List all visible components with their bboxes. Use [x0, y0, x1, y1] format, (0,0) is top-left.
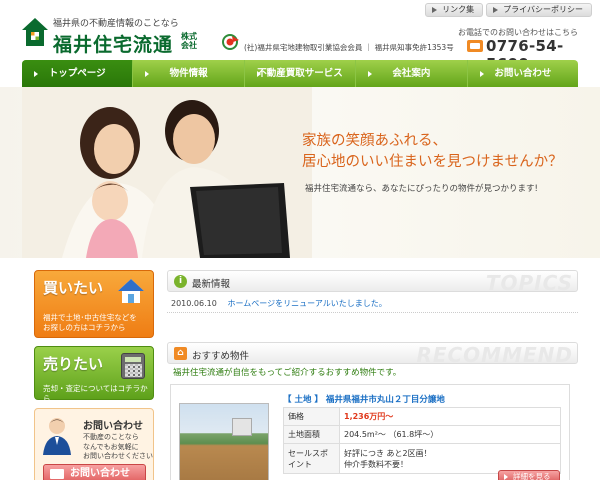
contact-desc-line-3: お問い合わせください [83, 452, 153, 460]
contact-desc-line-2: なんでもお気軽に [83, 442, 139, 451]
sales-point-line-1: 好評につき あと2区画！ [344, 448, 432, 458]
sell-banner[interactable]: 売りたい 売却・査定についてはコチラから [34, 346, 154, 403]
family-photo [22, 87, 312, 258]
property-details-table: 価格 1,236万円～ 土地面積 204.5m²～ （61.8坪～） セールスポ… [283, 407, 561, 474]
contact-box: お問い合わせ 不動産のことなら なんでもお気軽に お問い合わせください お問い合… [34, 408, 154, 480]
topics-watermark: TOPICS [485, 271, 573, 295]
info-icon: i [174, 275, 187, 288]
link-list-button[interactable]: リンク集 [425, 3, 484, 17]
association-logo-icon [222, 34, 239, 50]
sell-description: 売却・査定についてはコチラから [43, 384, 148, 403]
table-row: 価格 1,236万円～ [283, 407, 561, 426]
contact-title: お問い合わせ [83, 421, 143, 432]
detail-button[interactable]: 詳細を見る [498, 470, 560, 480]
sales-point-line-2: 仲介手数料不要！ [344, 459, 408, 469]
recommend-title: おすすめ物件 [192, 351, 250, 362]
land-area-label: 土地面積 [283, 425, 340, 444]
house-icon [118, 279, 144, 303]
company-suffix: 株式会社 [181, 32, 197, 50]
mail-icon [50, 469, 64, 479]
recommend-intro: 福井住宅流通が自信をもってご紹介するおすすめ物件です。 [173, 368, 402, 378]
contact-description: 不動産のことなら なんでもお気軽に お問い合わせください [83, 433, 153, 462]
land-area-value: 204.5m²～ （61.8坪～） [339, 425, 561, 444]
table-row: セールスポイント 好評につき あと2区画！ 仲介手数料不要！ [283, 443, 561, 474]
sell-title: 売りたい [43, 355, 104, 373]
topics-title: 最新情報 [192, 279, 231, 290]
company-name[interactable]: 福井住宅流通 [53, 30, 173, 57]
property-title-link[interactable]: 【 土地 】 福井県福井市丸山２丁目分譲地 [283, 393, 445, 405]
phone-icon [467, 40, 483, 52]
hero-subtext: 福井住宅流通なら、あなたにぴったりの物件が見つかります! [305, 184, 538, 194]
top-links: リンク集 プライバシーポリシー [425, 3, 592, 17]
buy-desc-line-2: お探しの方はコチラから [43, 323, 126, 332]
recommend-watermark: RECOMMEND [416, 343, 573, 367]
buy-description: 福井で土地･中古住宅などを お探しの方はコチラから [43, 313, 137, 333]
nav-top-page[interactable]: トップページ [22, 60, 134, 87]
contact-button[interactable]: お問い合わせ [43, 464, 146, 480]
news-item: 2010.06.10 ホームページをリニューアルいたしました。 [171, 298, 571, 309]
privacy-policy-button[interactable]: プライバシーポリシー [486, 3, 592, 17]
operator-person-icon [43, 418, 71, 455]
sales-point-value: 好評につき あと2区画！ 仲介手数料不要！ [339, 443, 561, 474]
property-card: 【 土地 】 福井県福井市丸山２丁目分譲地 価格 1,236万円～ 土地面積 2… [170, 384, 570, 480]
hero-headline: 家族の笑顔あふれる、 居心地のいい住まいを見つけませんか？ [302, 131, 563, 173]
house-logo-icon[interactable] [22, 18, 48, 46]
contact-button-label: お問い合わせ [70, 468, 130, 479]
calculator-icon [121, 353, 145, 379]
recommend-header: ⌂ おすすめ物件 RECOMMEND [167, 342, 578, 367]
hero-headline-line-2: 居心地のいい住まいを見つけませんか？ [302, 154, 563, 170]
topics-header: i 最新情報 TOPICS [167, 270, 578, 295]
news-divider [167, 312, 578, 313]
news-date: 2010.06.10 [171, 299, 217, 308]
nav-purchase-service[interactable]: 不動産買取サービス [245, 60, 357, 87]
price-value: 1,236万円～ [339, 407, 561, 426]
global-nav: トップページ 物件情報 不動産買取サービス 会社案内 お問い合わせ [22, 60, 578, 87]
home-icon: ⌂ [174, 347, 187, 360]
nav-properties[interactable]: 物件情報 [133, 60, 245, 87]
buy-title: 買いたい [43, 279, 104, 297]
contact-desc-line-1: 不動産のことなら [83, 433, 139, 441]
sales-point-label: セールスポイント [283, 443, 340, 474]
table-row: 土地面積 204.5m²～ （61.8坪～） [283, 425, 561, 444]
property-photo[interactable] [179, 403, 269, 480]
hero-banner: 家族の笑顔あふれる、 居心地のいい住まいを見つけませんか？ 福井住宅流通なら、あ… [0, 87, 600, 258]
nav-contact[interactable]: お問い合わせ [468, 60, 578, 87]
buy-banner[interactable]: 買いたい 福井で土地･中古住宅などを お探しの方はコチラから [34, 270, 154, 338]
logo-tagline: 福井県の不動産情報のことなら [53, 19, 179, 29]
hero-headline-line-1: 家族の笑顔あふれる、 [302, 133, 447, 149]
news-link[interactable]: ホームページをリニューアルいたしました。 [228, 299, 387, 308]
buy-desc-line-1: 福井で土地･中古住宅などを [43, 313, 137, 322]
nav-company[interactable]: 会社案内 [356, 60, 468, 87]
site-header: 福井県の不動産情報のことなら 福井住宅流通 株式会社 (社)福井県宅地建物取引業… [0, 0, 600, 73]
association-text: (社)福井県宅地建物取引業協会会員 ｜ 福井県知事免許1353号 [244, 43, 454, 52]
price-label: 価格 [283, 407, 340, 426]
